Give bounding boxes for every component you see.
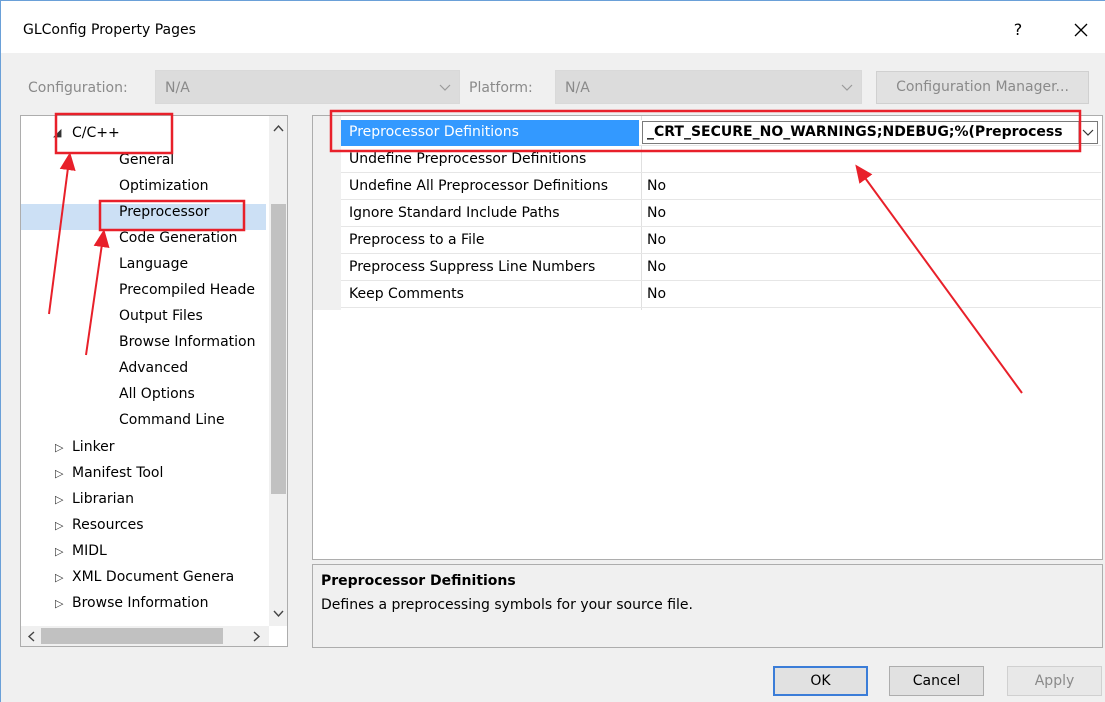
property-name: Preprocess Suppress Line Numbers xyxy=(349,259,596,275)
close-button[interactable] xyxy=(1063,15,1099,45)
tree-vertical-scroll-thumb[interactable] xyxy=(271,204,286,494)
tree-vertical-scrollbar[interactable] xyxy=(269,116,287,626)
property-name: Keep Comments xyxy=(349,286,464,302)
tree-item-output-files[interactable]: Output Files xyxy=(119,304,203,328)
tree-item-xml-document-generator[interactable]: XML Document Genera xyxy=(72,565,234,589)
grid-row-preprocess-suppress-line-numbers[interactable]: Preprocess Suppress Line Numbers No xyxy=(341,255,1101,281)
preprocessor-definitions-input[interactable]: _CRT_SECURE_NO_WARNINGS;NDEBUG;%(Preproc… xyxy=(642,121,1098,144)
property-value[interactable]: No xyxy=(647,178,666,194)
grid-row-preprocessor-definitions[interactable]: Preprocessor Definitions _CRT_SECURE_NO_… xyxy=(341,120,1101,146)
tree-item-cpp[interactable]: C/C++ xyxy=(72,121,120,145)
category-tree[interactable]: ◢ C/C++ General Optimization Preprocesso… xyxy=(20,115,288,647)
grid-row-selection: Preprocessor Definitions xyxy=(341,120,639,146)
configuration-select[interactable]: N/A xyxy=(155,70,460,104)
chevron-down-icon xyxy=(841,84,853,91)
tree-item-resources[interactable]: Resources xyxy=(72,513,144,537)
grid-row-undefine-preprocessor-definitions[interactable]: Undefine Preprocessor Definitions xyxy=(341,147,1101,173)
grid-row-undefine-all-preprocessor-definitions[interactable]: Undefine All Preprocessor Definitions No xyxy=(341,174,1101,200)
grid-gutter xyxy=(313,116,341,310)
tree-item-language[interactable]: Language xyxy=(119,252,188,276)
expand-arrow-icon[interactable]: ▷ xyxy=(55,545,63,558)
scroll-left-icon[interactable] xyxy=(27,631,35,642)
platform-select[interactable]: N/A xyxy=(555,70,862,104)
property-name: Undefine All Preprocessor Definitions xyxy=(349,178,609,194)
value-dropdown-button[interactable] xyxy=(1078,122,1097,143)
expand-arrow-icon[interactable]: ▷ xyxy=(55,597,63,610)
configuration-manager-button[interactable]: Configuration Manager... xyxy=(876,71,1089,104)
chevron-down-icon xyxy=(1082,129,1094,136)
expand-arrow-icon[interactable]: ▷ xyxy=(55,571,63,584)
property-grid[interactable]: Preprocessor Definitions _CRT_SECURE_NO_… xyxy=(312,115,1103,560)
tree-item-browse-information[interactable]: Browse Information xyxy=(119,330,255,354)
configuration-label: Configuration: xyxy=(28,80,128,96)
description-title: Preprocessor Definitions xyxy=(321,573,516,589)
tree-horizontal-scroll-thumb[interactable] xyxy=(41,628,223,644)
close-icon xyxy=(1074,23,1088,37)
expand-arrow-icon[interactable]: ▷ xyxy=(55,493,63,506)
tree-item-preprocessor[interactable]: Preprocessor xyxy=(119,200,209,224)
tree-item-precompiled-headers[interactable]: Precompiled Heade xyxy=(119,278,255,302)
property-value[interactable]: No xyxy=(647,232,666,248)
expand-arrow-icon[interactable]: ▷ xyxy=(55,467,63,480)
property-value[interactable]: No xyxy=(647,286,666,302)
tree-item-librarian[interactable]: Librarian xyxy=(72,487,134,511)
tree-item-browse-information-2[interactable]: Browse Information xyxy=(72,591,208,615)
chevron-down-icon xyxy=(439,84,451,91)
configuration-value: N/A xyxy=(165,80,190,96)
apply-button[interactable]: Apply xyxy=(1007,666,1102,696)
tree-item-code-generation[interactable]: Code Generation xyxy=(119,226,237,250)
platform-label: Platform: xyxy=(469,80,533,96)
property-value[interactable]: No xyxy=(647,259,666,275)
grid-row-keep-comments[interactable]: Keep Comments No xyxy=(341,282,1101,308)
property-name: Preprocess to a File xyxy=(349,232,485,248)
tree-item-midl[interactable]: MIDL xyxy=(72,539,107,563)
description-text: Defines a preprocessing symbols for your… xyxy=(321,597,693,613)
scroll-down-icon[interactable] xyxy=(273,610,284,618)
tree-item-general[interactable]: General xyxy=(119,148,174,172)
cancel-button[interactable]: Cancel xyxy=(889,666,984,696)
tree-item-advanced[interactable]: Advanced xyxy=(119,356,188,380)
expand-arrow-icon[interactable]: ▷ xyxy=(55,519,63,532)
ok-button[interactable]: OK xyxy=(773,666,868,696)
tree-item-all-options[interactable]: All Options xyxy=(119,382,195,406)
help-icon: ? xyxy=(1013,20,1023,39)
property-value[interactable]: No xyxy=(647,205,666,221)
tree-item-linker[interactable]: Linker xyxy=(72,435,115,459)
window-title: GLConfig Property Pages xyxy=(23,22,196,38)
tree-item-manifest-tool[interactable]: Manifest Tool xyxy=(72,461,163,485)
expand-arrow-icon[interactable]: ▷ xyxy=(55,441,63,454)
grid-row-preprocess-to-a-file[interactable]: Preprocess to a File No xyxy=(341,228,1101,254)
help-button[interactable]: ? xyxy=(1004,15,1032,45)
property-name: Preprocessor Definitions xyxy=(349,124,519,140)
title-bar: GLConfig Property Pages ? xyxy=(1,1,1105,53)
platform-value: N/A xyxy=(565,80,590,96)
description-panel: Preprocessor Definitions Defines a prepr… xyxy=(312,564,1103,648)
scroll-up-icon[interactable] xyxy=(273,124,284,132)
tree-item-command-line[interactable]: Command Line xyxy=(119,408,225,432)
scroll-right-icon[interactable] xyxy=(253,631,261,642)
property-name: Ignore Standard Include Paths xyxy=(349,205,560,221)
property-value: _CRT_SECURE_NO_WARNINGS;NDEBUG;%(Preproc… xyxy=(647,124,1063,140)
tree-item-optimization[interactable]: Optimization xyxy=(119,174,209,198)
collapse-arrow-icon[interactable]: ◢ xyxy=(53,126,61,139)
grid-row-ignore-standard-include-paths[interactable]: Ignore Standard Include Paths No xyxy=(341,201,1101,227)
property-name: Undefine Preprocessor Definitions xyxy=(349,151,587,167)
tree-horizontal-scrollbar[interactable] xyxy=(21,626,269,646)
